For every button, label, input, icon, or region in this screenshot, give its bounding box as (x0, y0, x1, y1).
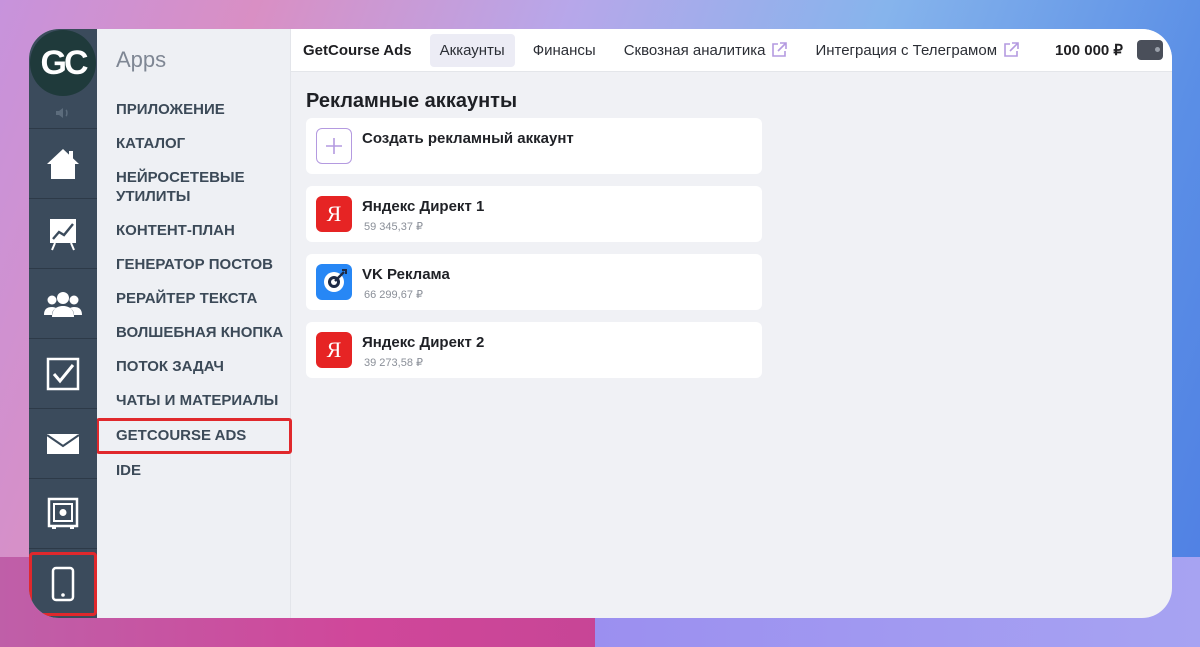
card-text: Создать рекламный аккаунт (362, 128, 574, 147)
account-amount: 66 299,67 ₽ (364, 289, 423, 301)
card-text: Яндекс Директ 1 59 345,37 ₽ (362, 196, 484, 233)
brand-title: GetCourse Ads (303, 41, 412, 59)
page-title: Рекламные аккаунты (306, 90, 518, 112)
card-text: VK Реклама 66 299,67 ₽ (362, 264, 450, 301)
external-link-icon (772, 42, 788, 57)
balance-amount: 100 000 ₽ (1055, 42, 1123, 59)
vk-icon (316, 264, 352, 300)
apps-item[interactable]: ГЕНЕРАТОР ПОСТОВ (116, 248, 291, 282)
rail-item-users[interactable] (29, 269, 97, 339)
phone-icon (51, 566, 75, 602)
rail-item-safe[interactable] (29, 479, 97, 549)
plus-icon (316, 128, 352, 164)
apps-item[interactable]: КОНТЕНТ-ПЛАН (116, 214, 291, 248)
apps-item-getcourse-ads[interactable]: GETCOURSE ADS (96, 418, 292, 454)
rail-item-mail[interactable] (29, 409, 97, 479)
apps-menu: Apps ПРИЛОЖЕНИЕ КАТАЛОГ НЕЙРОСЕТЕВЫЕ УТИ… (96, 29, 292, 618)
wallet-icon[interactable] (1136, 40, 1163, 60)
apps-item[interactable]: IDE (116, 454, 291, 488)
apps-item[interactable]: ВОЛШЕБНАЯ КНОПКА (116, 316, 291, 350)
apps-item[interactable]: КАТАЛОГ (116, 127, 291, 161)
speaker-icon[interactable] (29, 97, 97, 129)
app-window: GC Apps ПРИЛОЖЕНИЕ КАТАЛОГ НЕЙРОСЕТЕВЫЕ … (29, 29, 1172, 618)
tab-analytics[interactable]: Сквозная аналитика (614, 34, 798, 67)
apps-item[interactable]: ЧАТЫ И МАТЕРИАЛЫ (116, 384, 291, 418)
account-amount: 59 345,37 ₽ (364, 221, 423, 233)
tab-accounts[interactable]: Аккаунты (429, 33, 515, 67)
apps-item[interactable]: ПРИЛОЖЕНИЕ (116, 93, 291, 127)
tab-telegram-integration[interactable]: Интеграция с Телеграмом (805, 34, 1029, 67)
rail-item-home[interactable] (29, 129, 97, 199)
yandex-icon: Я (316, 332, 352, 368)
account-amount: 39 273,58 ₽ (364, 357, 423, 369)
tab-label: Сквозная аналитика (623, 41, 766, 59)
logo-mark: GC (30, 30, 96, 96)
mail-icon (46, 433, 80, 454)
yandex-icon: Я (316, 196, 352, 232)
account-name: Яндекс Директ 1 (362, 198, 485, 215)
apps-list: ПРИЛОЖЕНИЕ КАТАЛОГ НЕЙРОСЕТЕВЫЕ УТИЛИТЫ … (96, 93, 292, 488)
main-content: GetCourse Ads Аккаунты Финансы Сквозная … (291, 29, 1172, 618)
create-account-button[interactable]: Создать рекламный аккаунт (306, 118, 762, 174)
apps-title: Apps (116, 47, 167, 72)
safe-icon (47, 497, 79, 529)
external-link-icon (1004, 42, 1019, 57)
apps-item[interactable]: ПОТОК ЗАДАЧ (116, 350, 291, 384)
home-icon (47, 148, 79, 179)
account-name: Яндекс Директ 2 (362, 334, 485, 351)
rail-item-tasks[interactable] (29, 339, 97, 409)
chart-icon (50, 218, 76, 250)
tab-label: Аккаунты (439, 41, 505, 59)
icon-rail: GC (29, 29, 97, 618)
tasks-icon (46, 357, 80, 390)
top-bar: GetCourse Ads Аккаунты Финансы Сквозная … (291, 29, 1172, 72)
logo[interactable]: GC (29, 29, 97, 97)
users-icon (44, 291, 82, 317)
apps-item[interactable]: РЕРАЙТЕР ТЕКСТА (116, 282, 291, 316)
tab-label: Финансы (532, 41, 596, 59)
account-card[interactable]: Я Яндекс Директ 2 39 273,58 ₽ (306, 322, 762, 378)
account-name: VK Реклама (362, 266, 450, 283)
accounts-list: Создать рекламный аккаунт Я Яндекс Дирек… (306, 118, 762, 378)
apps-item[interactable]: НЕЙРОСЕТЕВЫЕ УТИЛИТЫ (116, 161, 291, 214)
create-account-label: Создать рекламный аккаунт (362, 130, 574, 147)
tab-finances[interactable]: Финансы (523, 34, 606, 67)
account-card[interactable]: VK Реклама 66 299,67 ₽ (306, 254, 762, 310)
card-text: Яндекс Директ 2 39 273,58 ₽ (362, 332, 484, 369)
account-card[interactable]: Я Яндекс Директ 1 59 345,37 ₽ (306, 186, 762, 242)
tab-label: Интеграция с Телеграмом (815, 41, 998, 59)
rail-item-analytics[interactable] (29, 199, 97, 269)
rail-item-apps[interactable] (29, 552, 97, 616)
